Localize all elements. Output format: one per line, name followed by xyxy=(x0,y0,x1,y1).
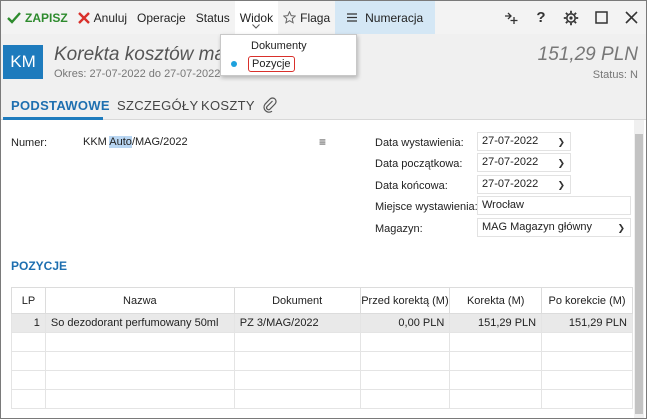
numbering-label: Numeracja xyxy=(365,10,424,25)
warehouse-select[interactable]: MAG Magazyn główny ❯ xyxy=(477,218,631,237)
tab-details[interactable]: SZCZEGÓŁY xyxy=(117,98,198,113)
issue-date-label: Data wystawienia: xyxy=(375,137,464,149)
chevron-down-icon[interactable]: ❯ xyxy=(617,223,625,234)
table-row-empty[interactable] xyxy=(11,389,633,409)
x-icon xyxy=(77,11,90,24)
view-menu[interactable]: Widok xyxy=(234,1,279,34)
tab-bar: PODSTAWOWE SZCZEGÓŁY KOSZTY xyxy=(1,94,646,120)
flag-button[interactable]: Flaga xyxy=(278,1,335,34)
column-header[interactable]: Nazwa xyxy=(44,287,235,314)
place-label: Miejsce wystawienia: xyxy=(375,201,478,213)
positions-table: LP Nazwa Dokument Przed korektą (M) Kore… xyxy=(11,287,633,409)
table-row-empty[interactable] xyxy=(11,351,633,371)
end-date-value: 27-07-2022 xyxy=(482,178,539,190)
list-menu-icon[interactable]: ≡ xyxy=(319,135,326,149)
number-suffix: /MAG/2022 xyxy=(131,136,188,148)
document-period: Okres: 27-07-2022 do 27-07-2022 xyxy=(54,68,221,80)
table-row-empty[interactable] xyxy=(11,370,633,390)
chevron-down-icon xyxy=(252,18,261,32)
selected-dot-icon xyxy=(231,61,237,67)
chevron-down-icon[interactable]: ❯ xyxy=(557,180,565,191)
warehouse-label: Magazyn: xyxy=(375,223,423,235)
operations-menu[interactable]: Operacje xyxy=(132,1,191,34)
vertical-scrollbar[interactable] xyxy=(634,120,644,418)
document-status: Status: N xyxy=(592,69,638,81)
table-row-empty[interactable] xyxy=(11,332,633,352)
save-button[interactable]: ZAPISZ xyxy=(1,1,73,34)
positions-section-title: POZYCJE xyxy=(11,259,68,273)
place-field[interactable]: Wrocław xyxy=(477,196,631,215)
numbering-button[interactable]: Numeracja xyxy=(335,1,436,34)
document-type-badge: KM xyxy=(3,45,43,79)
view-option-positions[interactable]: Pozycje xyxy=(248,56,295,72)
view-option-documents[interactable]: Dokumenty xyxy=(251,40,307,52)
cell-after: 151,29 PLN xyxy=(541,313,633,333)
number-auto-segment[interactable]: Auto xyxy=(109,136,132,148)
settings-icon[interactable] xyxy=(556,1,586,34)
view-dropdown: Dokumenty Pozycje xyxy=(220,34,357,76)
star-icon xyxy=(283,11,297,24)
end-date-label: Data końcowa: xyxy=(375,180,448,192)
chevron-down-icon[interactable]: ❯ xyxy=(557,158,565,169)
warehouse-value: MAG Magazyn główny xyxy=(482,221,593,233)
toolbar: ZAPISZ Anuluj Operacje Status Widok Flag… xyxy=(1,1,646,34)
start-date-field[interactable]: 27-07-2022 ❯ xyxy=(477,153,571,172)
start-date-value: 27-07-2022 xyxy=(482,156,539,168)
scrollbar-thumb[interactable] xyxy=(635,134,643,414)
column-header[interactable]: Dokument xyxy=(233,287,361,314)
close-icon[interactable] xyxy=(616,1,646,34)
document-window: ZAPISZ Anuluj Operacje Status Widok Flag… xyxy=(0,0,647,419)
add-attachment-icon[interactable] xyxy=(496,1,526,34)
cell-before: 0,00 PLN xyxy=(359,313,451,333)
number-prefix: KKM xyxy=(83,136,110,148)
column-header[interactable]: Korekta (M) xyxy=(449,287,543,314)
table-header-row: LP Nazwa Dokument Przed korektą (M) Kore… xyxy=(11,287,633,314)
paperclip-icon[interactable] xyxy=(263,97,277,116)
tab-costs[interactable]: KOSZTY xyxy=(201,98,255,113)
cell-lp: 1 xyxy=(11,313,46,333)
end-date-field[interactable]: 27-07-2022 ❯ xyxy=(477,175,571,194)
number-field[interactable]: KKM Auto/MAG/2022 ≡ xyxy=(78,133,332,152)
flag-label: Flaga xyxy=(300,10,331,25)
checkmark-icon xyxy=(7,11,21,24)
number-label: Numer: xyxy=(11,137,48,149)
issue-date-field[interactable]: 27-07-2022 ❯ xyxy=(477,132,571,151)
column-header[interactable]: Po korekcie (M) xyxy=(541,287,633,314)
cancel-button[interactable]: Anuluj xyxy=(73,1,132,34)
table-row[interactable]: 1 So dezodorant perfumowany 50ml PZ 3/MA… xyxy=(11,313,633,333)
start-date-label: Data początkowa: xyxy=(375,158,463,170)
cell-document: PZ 3/MAG/2022 xyxy=(233,313,361,333)
cell-name: So dezodorant perfumowany 50ml xyxy=(44,313,235,333)
column-header[interactable]: Przed korektą (M) xyxy=(359,287,451,314)
column-header[interactable]: LP xyxy=(11,287,46,314)
active-tab-indicator xyxy=(3,117,103,120)
chevron-down-icon[interactable]: ❯ xyxy=(557,137,565,148)
cancel-label: Anuluj xyxy=(93,10,128,25)
cell-correction: 151,29 PLN xyxy=(449,313,543,333)
issue-date-value: 27-07-2022 xyxy=(482,135,539,147)
maximize-icon[interactable] xyxy=(586,1,616,34)
save-label: ZAPISZ xyxy=(25,10,68,25)
tab-basic[interactable]: PODSTAWOWE xyxy=(11,98,110,113)
help-icon[interactable]: ? xyxy=(526,1,556,34)
window-controls: ? xyxy=(496,1,646,34)
hamburger-icon xyxy=(347,13,358,22)
status-menu[interactable]: Status xyxy=(191,1,235,34)
document-amount: 151,29 PLN xyxy=(537,44,638,65)
